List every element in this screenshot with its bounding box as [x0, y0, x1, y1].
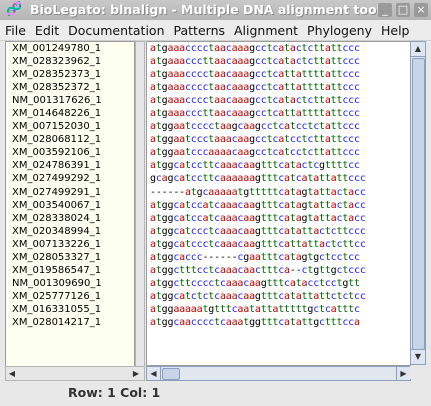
sequence-row[interactable]: atgaaacccctaacaaagcctcatactcttattccc	[147, 42, 410, 55]
sequence-row[interactable]: atggcaacccctcaaatggtttcatattgctttcca	[147, 316, 410, 329]
sequence-row[interactable]: atggaatcccctaagcaagcctcatcctctattccc	[147, 120, 410, 133]
sequence-row[interactable]: atggcatccttcaaacaagtttcatactcgttttcc	[147, 159, 410, 172]
alignment-horizontal-scrollbar[interactable]: ◀ ▶	[146, 366, 411, 381]
menu-documentation[interactable]: Documentation	[63, 21, 168, 40]
menu-help[interactable]: Help	[376, 21, 414, 40]
alignment-vertical-scrollbar[interactable]: ▲ ▼	[410, 41, 426, 365]
sequence-name-row[interactable]: XM_007133226_1	[6, 238, 134, 251]
window-title: BioLegato: blnalign - Multiple DNA align…	[30, 2, 381, 17]
sequence-row[interactable]: atggcaccc------cgaatttcatagtgctcctcc	[147, 251, 410, 264]
sequence-name-row[interactable]: XM_028352373_1	[6, 68, 134, 81]
sequence-row[interactable]: atggaatccctaaacaagcctcatcctcttattccc	[147, 133, 410, 146]
sequence-row[interactable]: atgaaacccttaacaaagcctcatactcttattccc	[147, 55, 410, 68]
scroll-left-arrow-icon[interactable]: ◀	[147, 367, 161, 380]
maximize-button[interactable]: □	[396, 3, 410, 17]
sequence-row[interactable]: atgaaacccctaacaaagcctcatactcttattccc	[147, 94, 410, 107]
sequence-row[interactable]: ------atgcaaaaatgtttttcatagtattactacc	[147, 186, 410, 199]
dna-app-icon: 🧬	[6, 2, 23, 17]
sequence-name-row[interactable]: XM_016331055_1	[6, 303, 134, 316]
sequence-name-row[interactable]: XM_028323962_1	[6, 55, 134, 68]
sequence-row[interactable]: atggctttcctcaaacaactttca--ctgttgctccc	[147, 264, 410, 277]
menu-edit[interactable]: Edit	[30, 21, 63, 40]
scroll-up-arrow-icon[interactable]: ▲	[411, 42, 425, 57]
menu-bar: File Edit Documentation Patterns Alignment Ph…	[0, 20, 431, 41]
scroll-left-arrow-icon[interactable]: ◀	[6, 367, 18, 380]
sequence-name-row[interactable]: XM_007152030_1	[6, 120, 134, 133]
title-bar: 🧬 BioLegato: blnalign - Multiple DNA ali…	[0, 0, 431, 21]
sequence-name-row[interactable]: XM_027499291_1	[6, 186, 134, 199]
sequence-row[interactable]: atggaaaaatgtttcaatattatttttgctcatttc	[147, 303, 410, 316]
scroll-corner	[410, 366, 424, 379]
sequence-alignment-canvas[interactable]: atgaaacccctaacaaagcctcatactcttattccc atga…	[146, 41, 411, 366]
sequence-name-row[interactable]: XM_024786391_1	[6, 159, 134, 172]
horizontal-scroll-thumb[interactable]	[162, 368, 180, 380]
sequence-name-row[interactable]: XM_003540067_1	[6, 199, 134, 212]
cursor-position-label: Row: 1 Col: 1	[68, 385, 161, 400]
sequence-name-row[interactable]: XM_014648226_1	[6, 107, 134, 120]
sequence-name-row[interactable]: XM_019586547_1	[6, 264, 134, 277]
sequence-row[interactable]: atgaaacccctaacaaagcctcattattttattccc	[147, 81, 410, 94]
sequence-name-row[interactable]: XM_027499292_1	[6, 172, 134, 185]
sequence-name-list[interactable]: XM_001249780_1 XM_028323962_1 XM_028352373…	[5, 41, 135, 368]
menu-file[interactable]: File	[0, 21, 30, 40]
menu-phylogeny[interactable]: Phylogeny	[302, 21, 376, 40]
name-list-horizontal-scrollbar[interactable]: ◀ ▶	[5, 366, 145, 381]
sequence-name-row[interactable]: XM_028352372_1	[6, 81, 134, 94]
status-bar: Row: 1 Col: 1	[0, 382, 431, 404]
sequence-name-row[interactable]: XM_028014217_1	[6, 316, 134, 329]
sequence-row[interactable]: atggcatccatcaaacaagtttcatagtattactacc	[147, 199, 410, 212]
sequence-row[interactable]: atggaatcccaaaacaagcctcatcctcttattccc	[147, 146, 410, 159]
sequence-row[interactable]: gcagcatccttcaaaaaagtttcatcatattattccc	[147, 172, 410, 185]
sequence-name-row[interactable]: XM_028068112_1	[6, 133, 134, 146]
sequence-name-row[interactable]: XM_003592106_1	[6, 146, 134, 159]
sequence-name-row[interactable]: XM_020348994_1	[6, 225, 134, 238]
name-list-scrollbar[interactable]	[135, 41, 145, 368]
sequence-name-row[interactable]: XM_025777126_1	[6, 290, 134, 303]
sequence-row[interactable]: atgaaacccctaacaaagcctcattattttattccc	[147, 68, 410, 81]
menu-patterns[interactable]: Patterns	[169, 21, 229, 40]
sequence-name-row[interactable]: XM_028053327_1	[6, 251, 134, 264]
scroll-right-arrow-icon[interactable]: ▶	[396, 367, 410, 380]
close-button[interactable]: ×	[414, 3, 428, 17]
sequence-name-row[interactable]: XM_001249780_1	[6, 42, 134, 55]
sequence-name-row[interactable]: NM_001309690_1	[6, 277, 134, 290]
sequence-name-row[interactable]: XM_028338024_1	[6, 212, 134, 225]
menu-alignment[interactable]: Alignment	[229, 21, 302, 40]
sequence-row[interactable]: atggcttcccctcaaacaagtttcatacctcctgtt	[147, 277, 410, 290]
scroll-down-arrow-icon[interactable]: ▼	[411, 349, 425, 364]
sequence-row[interactable]: atggcatccctcaaacaagtttcattattactcttcc	[147, 238, 410, 251]
minimize-button[interactable]: _	[378, 3, 392, 17]
scroll-right-arrow-icon[interactable]: ▶	[130, 367, 142, 380]
sequence-row[interactable]: atgaaacccttaacaaagcctcattattttattccc	[147, 107, 410, 120]
sequence-row[interactable]: atggcatccctcaaacaagtttcatattactcttccc	[147, 225, 410, 238]
sequence-name-row[interactable]: NM_001317626_1	[6, 94, 134, 107]
sequence-row[interactable]: atggcatctctcaaacaagtttcatattattctctcc	[147, 290, 410, 303]
sequence-row[interactable]: atggcatccatcaaacaagtttcatagtattactacc	[147, 212, 410, 225]
vertical-scroll-thumb[interactable]	[412, 58, 425, 350]
